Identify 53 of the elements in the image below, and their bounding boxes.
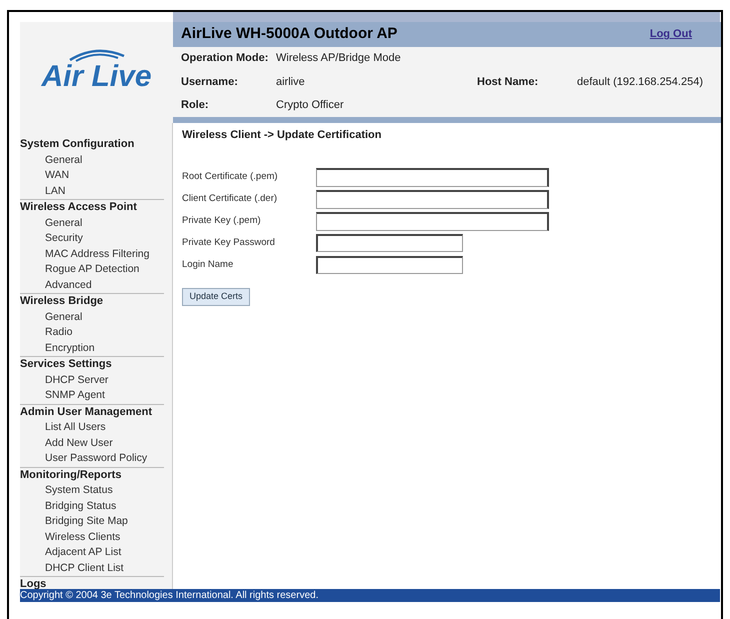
page-heading: Wireless Client -> Update Certification [182,128,382,143]
sidebar-item[interactable]: System Status [20,483,164,498]
sidebar-item[interactable]: DHCP Client List [20,560,164,576]
update-certs-button[interactable]: Update Certs [182,288,250,306]
sidebar-item[interactable]: Bridging Status [20,498,164,514]
sidebar-item[interactable]: DHCP Server [20,372,164,388]
info-value: Crypto Officer [276,98,345,114]
logo-text: Air Live [41,62,152,92]
sidebar-section-title: Admin User Management [20,404,154,420]
sidebar-section-title: Wireless Bridge [20,294,104,309]
sidebar-section-title: Logs [20,577,48,589]
log-out-link[interactable]: Log Out [650,26,692,43]
field-label: Private Key Password [182,236,276,250]
info-label: Username: [181,74,239,90]
sidebar-item[interactable]: MAC Address Filtering [20,246,164,262]
sidebar-item[interactable]: General [20,216,164,231]
sidebar-item[interactable]: Advanced [20,278,164,293]
sidebar-item[interactable]: WAN [20,168,164,184]
info-label: Role: [181,98,210,114]
window-title: AirLive WH-5000A Outdoor AP [181,24,398,44]
sidebar-item[interactable]: Radio [20,325,164,340]
sidebar-section-title: Monitoring/Reports [20,468,122,482]
sidebar-item[interactable]: Add New User [20,436,164,451]
sidebar-section-title: Wireless Access Point [20,200,138,215]
sidebar-item[interactable]: Rogue AP Detection [20,262,164,278]
info-value: Wireless AP/Bridge Mode [276,51,402,66]
sidebar-item[interactable]: Bridging Site Map [20,514,164,530]
input-field[interactable] [316,256,463,274]
sidebar-item[interactable]: Wireless Clients [20,530,164,545]
sidebar-item[interactable]: Encryption [20,340,164,356]
file-path-field[interactable] [316,168,549,186]
field-label: Private Key (.pem) [182,214,262,228]
copyright-text: Copyright © 2004 3e Technologies International. All rights reserved. [20,590,318,600]
sidebar-item[interactable]: User Password Policy [20,451,164,466]
sidebar-item[interactable]: LAN [20,184,164,199]
sidebar-item[interactable]: Security [20,231,164,246]
info-value: airlive [276,74,306,90]
sidebar-section-title: System Configuration [20,137,136,152]
sidebar-item[interactable]: Adjacent AP List [20,545,164,560]
info-label: Operation Mode: [181,51,270,66]
info-value: default (192.168.254.254) [577,74,703,90]
file-path-field[interactable] [316,212,549,230]
sidebar-item[interactable]: List All Users [20,420,164,436]
sidebar-item[interactable]: SNMP Agent [20,388,164,404]
file-path-field[interactable] [316,190,549,208]
sidebar-item[interactable]: General [20,152,164,168]
input-field[interactable] [316,234,463,252]
field-label: Client Certificate (.der) [182,192,278,206]
field-label: Root Certificate (.pem) [182,170,279,184]
field-label: Login Name [182,258,234,272]
sidebar-section-title: Services Settings [20,357,113,372]
info-label: Host Name: [477,74,540,90]
sidebar-item[interactable]: General [20,310,164,325]
